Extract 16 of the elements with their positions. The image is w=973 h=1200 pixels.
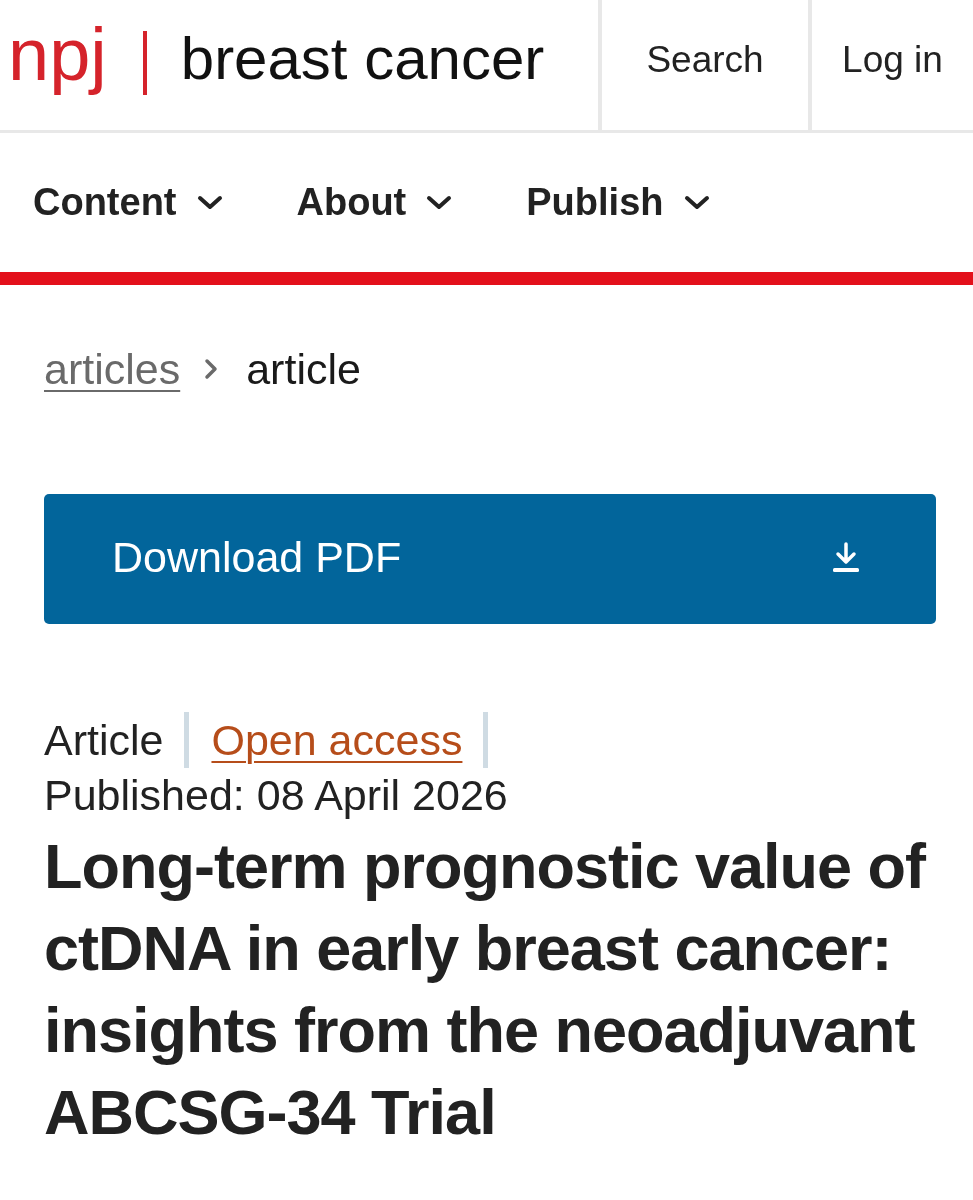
publish-date: Published: 08 April 2026 — [44, 770, 509, 821]
journal-logo[interactable]: npj — [8, 17, 107, 113]
breadcrumb-current: article — [246, 344, 361, 394]
journal-name[interactable]: breast cancer — [180, 29, 545, 101]
nav-menu-button[interactable]: About — [296, 181, 453, 224]
download-icon — [831, 541, 861, 573]
chevron-right-icon — [204, 358, 219, 380]
download-pdf-button[interactable]: Download PDF — [44, 494, 936, 624]
breadcrumb-link[interactable]: articles — [44, 344, 181, 394]
article-title: Long-term prognostic value of ctDNA in early breast cancer: insights from the neoadjuvant ABCSG-34 Trial — [44, 830, 927, 1149]
meta-separator — [184, 712, 190, 768]
nav-menu-button[interactable]: Publish — [526, 181, 710, 224]
meta-separator — [483, 712, 489, 768]
article-type: Article — [44, 715, 164, 765]
open-access-link[interactable]: Open access — [211, 715, 463, 765]
nav-menu-button[interactable]: Content — [33, 181, 223, 224]
